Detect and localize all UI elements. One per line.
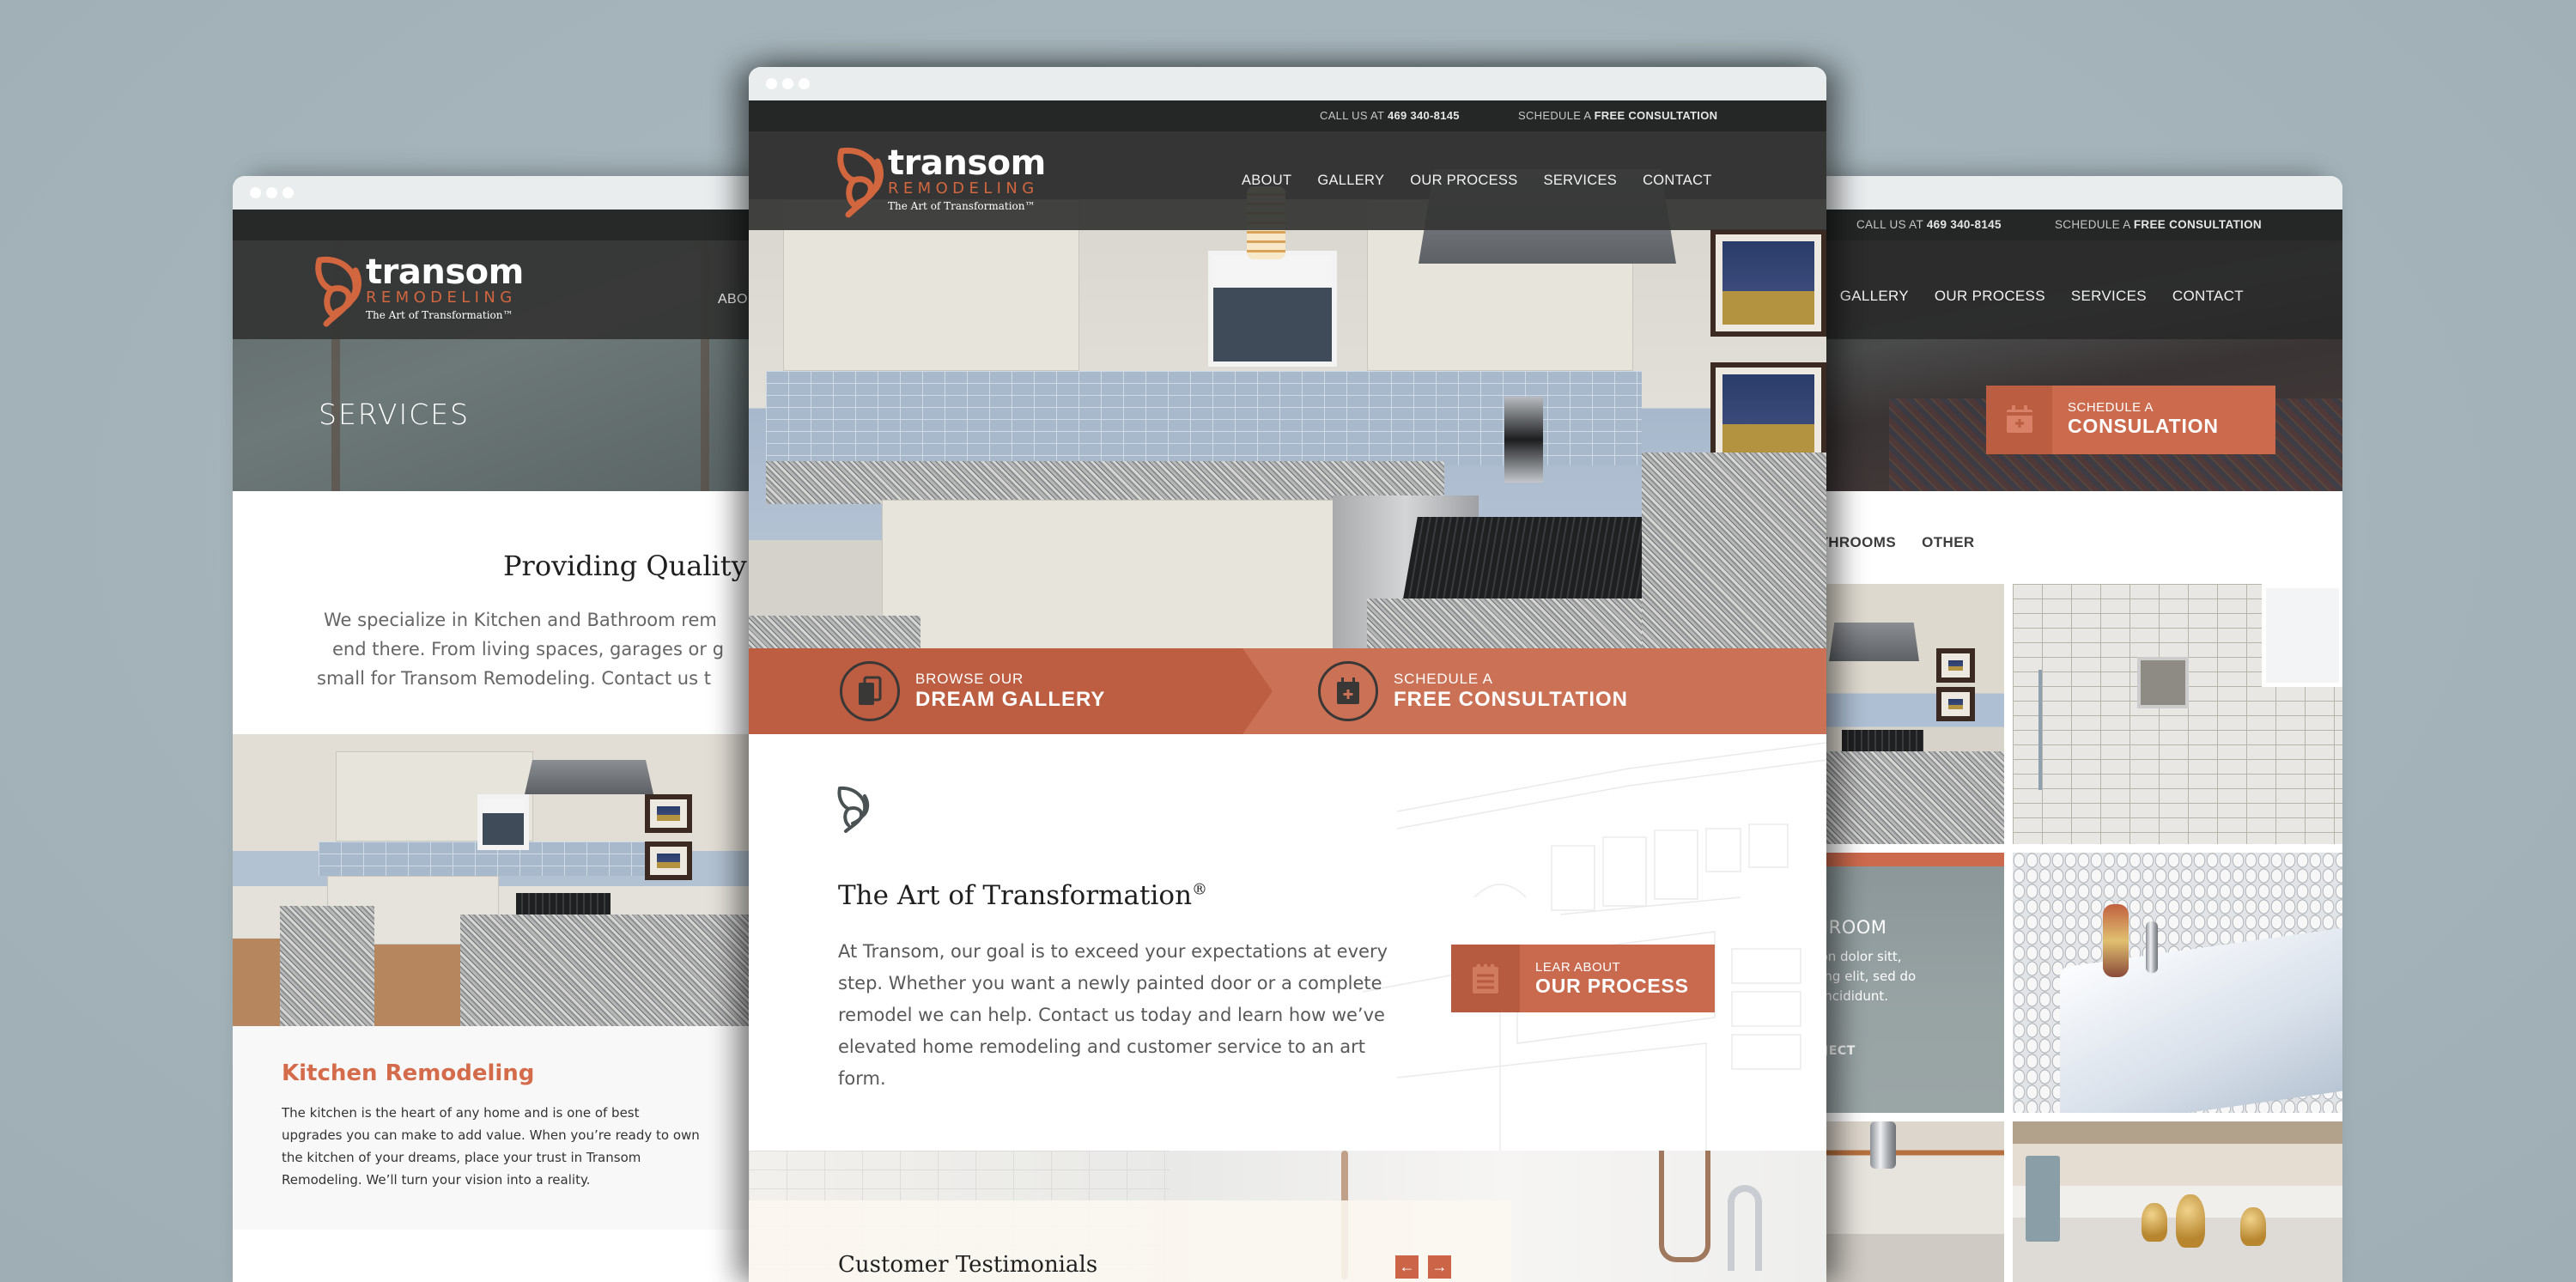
butterfly-icon xyxy=(837,786,870,833)
hero-title: SERVICES xyxy=(319,398,471,431)
top-bar: CALL US AT 469 340-8145 SCHEDULE A FREE … xyxy=(749,100,1826,131)
logo-tagline: The Art of Transformation™ xyxy=(888,200,1036,212)
calendar-plus-icon xyxy=(2006,405,2032,433)
top-bar xyxy=(233,210,765,240)
service-card-kitchen: Kitchen Remodeling The kitchen is the he… xyxy=(233,1026,765,1230)
logo-name: transom xyxy=(888,143,1046,183)
filter-bar: ATHROOMS OTHER xyxy=(1803,491,2342,584)
schedule-consultation-link[interactable]: SCHEDULE A FREE CONSULTATION xyxy=(1518,109,1717,122)
section-body-line: small for Transom Remodeling. Contact us… xyxy=(317,668,711,689)
nav-item-about[interactable]: ABOUT xyxy=(1242,173,1291,189)
consult-line1: SCHEDULE A xyxy=(2068,400,2154,415)
butterfly-logo-icon xyxy=(315,256,361,327)
testimonials-section: Customer Testimonials ← → xyxy=(749,1151,1826,1282)
notepad-icon xyxy=(1473,963,1498,993)
testimonials-title: Customer Testimonials xyxy=(838,1252,1098,1278)
service-card-body: The kitchen is the heart of any home and… xyxy=(282,1105,700,1188)
window-titlebar xyxy=(1803,176,2342,210)
window-titlebar xyxy=(749,67,1826,100)
cta-consult-line2: FREE CONSULTATION xyxy=(1394,688,1628,711)
window-dot[interactable] xyxy=(766,78,777,89)
nav-item-services[interactable]: SERVICES xyxy=(1544,173,1618,189)
gallery-tile-shower[interactable] xyxy=(2013,584,2342,844)
intro-section: Providing Quality S We specialize in Kit… xyxy=(233,491,765,734)
gallery-icon xyxy=(859,676,882,705)
intro-title: The Art of Transformation® xyxy=(838,880,1208,911)
cta-band: BROWSE OUR DREAM GALLERY SCHEDULE A FREE C… xyxy=(749,648,1826,734)
window-dot[interactable] xyxy=(782,78,793,89)
gallery-tile-kitchen[interactable] xyxy=(1803,584,2004,844)
logo[interactable]: transom REMODELING The Art of Transforma… xyxy=(314,255,524,329)
call-us[interactable]: CALL US AT 469 340-8145 xyxy=(1856,218,2002,231)
window-titlebar xyxy=(233,176,765,210)
nav-item-about[interactable]: ABO xyxy=(718,292,748,307)
schedule-link[interactable]: SCHEDULE A FREE CONSULTATION xyxy=(2055,218,2262,231)
nav-item-services[interactable]: SERVICES xyxy=(2071,288,2147,305)
section-body-line: end there. From living spaces, garages o… xyxy=(332,639,725,659)
kitchen-sketch-illustration xyxy=(1362,742,1826,1151)
browser-window-services: transom REMODELING The Art of Transforma… xyxy=(233,176,765,1282)
filter-other[interactable]: OTHER xyxy=(1922,534,1975,551)
consult-line2: CONSULATION xyxy=(2068,415,2219,437)
browse-gallery-cta[interactable]: BROWSE OUR DREAM GALLERY xyxy=(749,648,1273,734)
gallery-tile-vanity[interactable] xyxy=(2013,1121,2342,1282)
intro-section: The Art of Transformation® At Transom, o… xyxy=(749,734,1826,1151)
section-body-line: We specialize in Kitchen and Bathroom re… xyxy=(324,610,717,630)
browser-window-gallery: CALL US AT 469 340-8145 SCHEDULE A FREE … xyxy=(1803,176,2342,1282)
logo-tagline: The Art of Transformation™ xyxy=(366,309,513,321)
process-line1: LEAR ABOUT xyxy=(1535,960,1621,975)
butterfly-logo-icon xyxy=(837,147,884,218)
nav-item-gallery[interactable]: GALLERY xyxy=(1317,173,1384,189)
process-line2: OUR PROCESS xyxy=(1535,975,1689,997)
intro-body: At Transom, our goal is to exceed your e… xyxy=(838,941,1388,1089)
logo-subname: REMODELING xyxy=(366,289,517,307)
call-us[interactable]: CALL US AT 469 340-8145 xyxy=(1320,109,1460,122)
window-dot[interactable] xyxy=(250,187,261,198)
section-title: Providing Quality S xyxy=(503,550,765,582)
our-process-button[interactable]: LEAR ABOUT OUR PROCESS xyxy=(1451,945,1715,1012)
nav-bar: T GALLERY OUR PROCESS SERVICES CONTACT xyxy=(1803,240,2342,339)
nav-item-gallery[interactable]: GALLERY xyxy=(1840,288,1909,305)
nav-bar: transom REMODELING The Art of Transforma… xyxy=(749,131,1826,230)
gallery-tile-sink[interactable] xyxy=(2013,853,2342,1113)
nav-item-our-process[interactable]: OUR PROCESS xyxy=(1935,288,2045,305)
cta-gallery-line2: DREAM GALLERY xyxy=(915,688,1106,711)
free-consultation-cta[interactable]: SCHEDULE A FREE CONSULTATION xyxy=(1242,648,1826,734)
schedule-consultation-button[interactable]: SCHEDULE A CONSULATION xyxy=(1986,386,2275,454)
logo-name: transom xyxy=(366,252,524,292)
window-dot[interactable] xyxy=(799,78,810,89)
next-testimonial-button[interactable]: → xyxy=(1428,1255,1451,1279)
window-dot[interactable] xyxy=(283,187,294,198)
top-bar: CALL US AT 469 340-8145 SCHEDULE A FREE … xyxy=(1803,210,2342,240)
gallery-project-card[interactable]: THROOM ption dolor sitt, sicing elit, se… xyxy=(1803,853,2004,1113)
nav-bar: transom REMODELING The Art of Transforma… xyxy=(233,240,765,339)
cta-gallery-line1: BROWSE OUR xyxy=(915,671,1024,687)
logo[interactable]: transom REMODELING The Art of Transforma… xyxy=(836,146,1046,220)
nav-item-our-process[interactable]: OUR PROCESS xyxy=(1410,173,1517,189)
nav-item-contact[interactable]: CONTACT xyxy=(2172,288,2244,305)
gallery-tile-faucet[interactable] xyxy=(1803,1121,2004,1282)
logo-subname: REMODELING xyxy=(888,179,1039,197)
window-dot[interactable] xyxy=(266,187,277,198)
service-card-title[interactable]: Kitchen Remodeling xyxy=(282,1060,716,1086)
kitchen-photo xyxy=(233,734,765,1026)
prev-testimonial-button[interactable]: ← xyxy=(1395,1255,1419,1279)
calendar-plus-icon xyxy=(1337,677,1359,704)
nav-item-contact[interactable]: CONTACT xyxy=(1643,173,1712,189)
browser-window-home: CALL US AT 469 340-8145 SCHEDULE A FREE … xyxy=(749,67,1826,1282)
cta-consult-line1: SCHEDULE A xyxy=(1394,671,1493,687)
